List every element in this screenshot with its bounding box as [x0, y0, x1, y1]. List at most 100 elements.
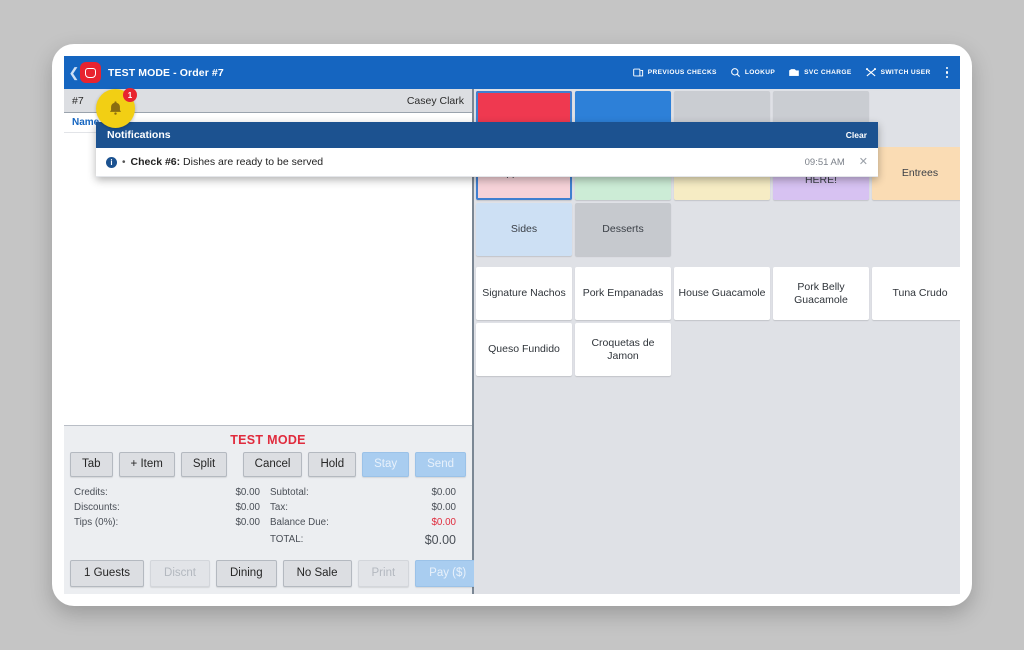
- svc-charge-icon: [788, 67, 800, 78]
- notifications-popover: Notifications Clear i • Check #6: Dishes…: [96, 122, 878, 177]
- cancel-button[interactable]: Cancel: [243, 452, 303, 477]
- app-bar-actions: PREVIOUS CHECKS LOOKUP SVC CHARGE: [633, 67, 952, 78]
- lookup-button[interactable]: LOOKUP: [730, 67, 775, 78]
- totals-row: Discounts: $0.00: [74, 501, 260, 516]
- app-logo-icon: [80, 62, 101, 83]
- chevron-left-icon[interactable]: ❮: [68, 65, 80, 81]
- totals-row: Tax: $0.00: [270, 501, 456, 516]
- send-button: Send: [415, 452, 466, 477]
- discounts-value: $0.00: [235, 501, 260, 516]
- previous-checks-icon: [633, 67, 644, 78]
- menu-category-tile-4[interactable]: Entrees: [872, 147, 960, 200]
- notification-text: Check #6: Dishes are ready to be served: [131, 156, 324, 168]
- discount-button: Discnt: [150, 560, 210, 587]
- subtotal-label: Subtotal:: [270, 486, 309, 501]
- menu-item-tile-6-label: Croquetas de Jamon: [579, 337, 667, 362]
- pay-button: Pay ($): [415, 560, 480, 587]
- menu-item-tile-5-label: Queso Fundido: [488, 343, 560, 356]
- menu-category-tile-5-label: Sides: [511, 223, 537, 235]
- add-item-button[interactable]: + Item: [119, 452, 175, 477]
- no-sale-button[interactable]: No Sale: [283, 560, 352, 587]
- close-icon[interactable]: ✕: [859, 157, 868, 168]
- menu-category-tile-4-label: Entrees: [902, 167, 938, 179]
- menu-item-tile-3[interactable]: Pork Belly Guacamole: [773, 267, 869, 320]
- kebab-menu-icon[interactable]: [944, 67, 952, 78]
- notification-subject: Check #6:: [131, 156, 181, 168]
- split-button[interactable]: Split: [181, 452, 227, 477]
- balance-due-label: Balance Due:: [270, 516, 329, 531]
- svc-charge-button[interactable]: SVC CHARGE: [788, 67, 851, 78]
- menu-item-tile-1-label: Pork Empanadas: [583, 287, 664, 300]
- menu-item-tile-4[interactable]: Tuna Crudo: [872, 267, 960, 320]
- svc-charge-label: SVC CHARGE: [804, 69, 851, 76]
- tab-button[interactable]: Tab: [70, 452, 113, 477]
- menu-item-tile-1[interactable]: Pork Empanadas: [575, 267, 671, 320]
- tax-label: Tax:: [270, 501, 288, 516]
- menu-item-tile-4-label: Tuna Crudo: [892, 287, 947, 300]
- page-title: TEST MODE - Order #7: [108, 67, 224, 79]
- guests-button[interactable]: 1 Guests: [70, 560, 144, 587]
- order-bottom-actions: 1 Guests Discnt Dining No Sale Print Pay…: [70, 558, 466, 587]
- order-action-row: Tab + Item Split Cancel Hold Stay Send: [70, 452, 466, 477]
- menu-item-tile-5[interactable]: Queso Fundido: [476, 323, 572, 376]
- tax-value: $0.00: [431, 501, 456, 516]
- menu-item-tile-2[interactable]: House Guacamole: [674, 267, 770, 320]
- totals-left-column: Credits: $0.00 Discounts: $0.00 Tips (0%…: [72, 486, 268, 549]
- bell-icon: [106, 99, 125, 118]
- menu-item-tile-6[interactable]: Croquetas de Jamon: [575, 323, 671, 376]
- total-label: TOTAL:: [270, 533, 303, 550]
- hold-button[interactable]: Hold: [308, 452, 356, 477]
- app-bar: ❮ TEST MODE - Order #7 PREVIOUS CHECKS L…: [64, 56, 960, 89]
- notification-bullet: •: [122, 157, 126, 168]
- notification-bell-button[interactable]: 1: [96, 89, 135, 128]
- menu-item-tile-3-label: Pork Belly Guacamole: [777, 281, 865, 306]
- stay-button: Stay: [362, 452, 409, 477]
- previous-checks-label: PREVIOUS CHECKS: [648, 69, 717, 76]
- balance-due-value: $0.00: [431, 516, 456, 531]
- check-number: #7: [72, 95, 84, 107]
- menu-item-row-1: Signature Nachos Pork Empanadas House Guac…: [476, 267, 960, 320]
- totals-row: Balance Due: $0.00: [270, 516, 456, 531]
- notification-message: Dishes are ready to be served: [183, 156, 323, 168]
- menu-divider: [476, 259, 960, 267]
- switch-user-button[interactable]: SWITCH USER: [865, 67, 931, 78]
- notification-time: 09:51 AM: [805, 157, 845, 168]
- dining-button[interactable]: Dining: [216, 560, 277, 587]
- menu-category-tile-6[interactable]: Desserts: [575, 203, 671, 256]
- server-name: Casey Clark: [407, 95, 464, 107]
- totals-row: Credits: $0.00: [74, 486, 260, 501]
- totals-right-column: Subtotal: $0.00 Tax: $0.00 Balance Due: …: [268, 486, 464, 549]
- credits-value: $0.00: [235, 486, 260, 501]
- switch-user-icon: [865, 67, 877, 78]
- menu-item-tile-0[interactable]: Signature Nachos: [476, 267, 572, 320]
- switch-user-label: SWITCH USER: [881, 69, 931, 76]
- menu-category-row-2: Sides Desserts: [476, 203, 960, 256]
- notification-list-item[interactable]: i • Check #6: Dishes are ready to be ser…: [96, 148, 878, 177]
- totals-row: TOTAL: $0.00: [270, 531, 456, 550]
- app-viewport: ❮ TEST MODE - Order #7 PREVIOUS CHECKS L…: [64, 56, 960, 594]
- notifications-title: Notifications: [107, 129, 171, 141]
- test-mode-banner: TEST MODE: [70, 430, 466, 452]
- tips-value: $0.00: [235, 516, 260, 531]
- lookup-label: LOOKUP: [745, 69, 775, 76]
- search-icon: [730, 67, 741, 78]
- totals-row: Tips (0%): $0.00: [74, 516, 260, 531]
- info-icon: i: [106, 157, 117, 168]
- previous-checks-button[interactable]: PREVIOUS CHECKS: [633, 67, 717, 78]
- print-button: Print: [358, 560, 410, 587]
- menu-item-row-2: Queso Fundido Croquetas de Jamon: [476, 323, 960, 376]
- menu-category-tile-5[interactable]: Sides: [476, 203, 572, 256]
- credits-label: Credits:: [74, 486, 108, 501]
- menu-item-tile-0-label: Signature Nachos: [482, 287, 565, 300]
- tips-label: Tips (0%):: [74, 516, 118, 531]
- menu-category-tile-6-label: Desserts: [602, 223, 643, 235]
- subtotal-value: $0.00: [431, 486, 456, 501]
- total-value: $0.00: [425, 531, 456, 550]
- totals-section: Credits: $0.00 Discounts: $0.00 Tips (0%…: [70, 477, 466, 558]
- notifications-header: Notifications Clear: [96, 122, 878, 148]
- notification-badge: 1: [123, 88, 137, 102]
- menu-item-tile-2-label: House Guacamole: [679, 287, 766, 300]
- clear-notifications-button[interactable]: Clear: [846, 130, 867, 140]
- device-frame: ❮ TEST MODE - Order #7 PREVIOUS CHECKS L…: [52, 44, 972, 606]
- totals-row: Subtotal: $0.00: [270, 486, 456, 501]
